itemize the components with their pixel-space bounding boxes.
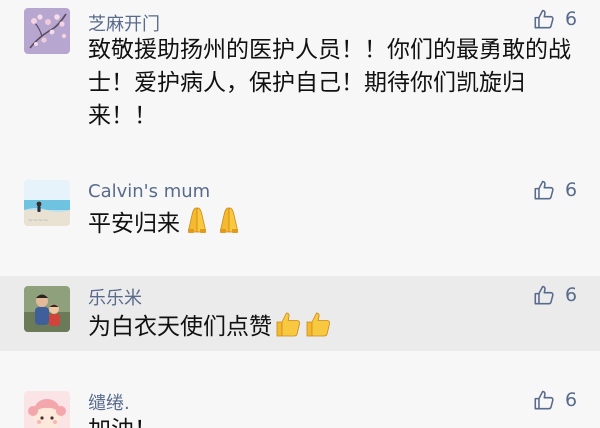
cartoon-girl-avatar-icon <box>24 391 70 428</box>
comment-text-content: 平安归来 <box>88 211 180 237</box>
avatar[interactable] <box>24 391 70 428</box>
commenter-name[interactable]: 乐乐米 <box>88 284 142 310</box>
comment-item[interactable]: 芝麻开门 6 致敬援助扬州的医护人员！！你们的最勇敢的战士！爱护病人，保护自己！… <box>0 0 600 170</box>
like-button[interactable]: 6 <box>533 177 577 203</box>
like-count: 6 <box>565 389 578 411</box>
like-count: 6 <box>565 8 578 30</box>
comment-item[interactable]: 缱绻. 6 加油！ <box>0 351 600 428</box>
thumbs-up-icon <box>534 180 554 200</box>
praying-hands-emoji-icon <box>214 207 244 241</box>
avatar[interactable]: ~~~~ <box>24 180 70 226</box>
comment-text: 为白衣天使们点赞 <box>88 310 583 348</box>
thumbs-up-emoji-icon <box>274 312 302 344</box>
commenter-name[interactable]: 芝麻开门 <box>88 10 160 36</box>
like-button[interactable]: 6 <box>533 387 577 413</box>
commenter-name[interactable]: 缱绻. <box>88 389 130 415</box>
thumbs-up-emoji-icon <box>304 312 332 344</box>
avatar[interactable] <box>24 286 70 332</box>
avatar[interactable] <box>24 8 70 54</box>
comment-text-content: 加油！ <box>88 417 157 428</box>
like-count: 6 <box>565 284 578 306</box>
comment-text-content: 为白衣天使们点赞 <box>88 314 272 340</box>
comment-item[interactable]: ~~~~ Calvin's mum 6 平安归来 <box>0 170 600 276</box>
comment-text: 致敬援助扬州的医护人员！！你们的最勇敢的战士！爱护病人，保护自己！期待你们凯旋归… <box>88 34 583 133</box>
beach-avatar-icon: ~~~~ <box>24 180 70 226</box>
thumbs-up-icon <box>534 9 554 29</box>
thumbs-up-icon <box>534 285 554 305</box>
comment-text-content: 致敬援助扬州的医护人员！！你们的最勇敢的战士！爱护病人，保护自己！期待你们凯旋归… <box>88 37 571 129</box>
commenter-name[interactable]: Calvin's mum <box>88 181 210 202</box>
family-photo-avatar-icon <box>24 286 70 332</box>
svg-text:~~~~: ~~~~ <box>28 217 48 224</box>
like-button[interactable]: 6 <box>533 282 577 308</box>
comment-item[interactable]: 乐乐米 6 为白衣天使们点赞 <box>0 276 600 351</box>
cherry-blossom-avatar-icon <box>24 8 70 54</box>
thumbs-up-icon <box>534 390 554 410</box>
like-count: 6 <box>565 179 578 201</box>
praying-hands-emoji-icon <box>182 207 212 241</box>
like-button[interactable]: 6 <box>533 6 577 32</box>
comment-text: 加油！ <box>88 414 583 428</box>
comment-text: 平安归来 <box>88 205 583 245</box>
